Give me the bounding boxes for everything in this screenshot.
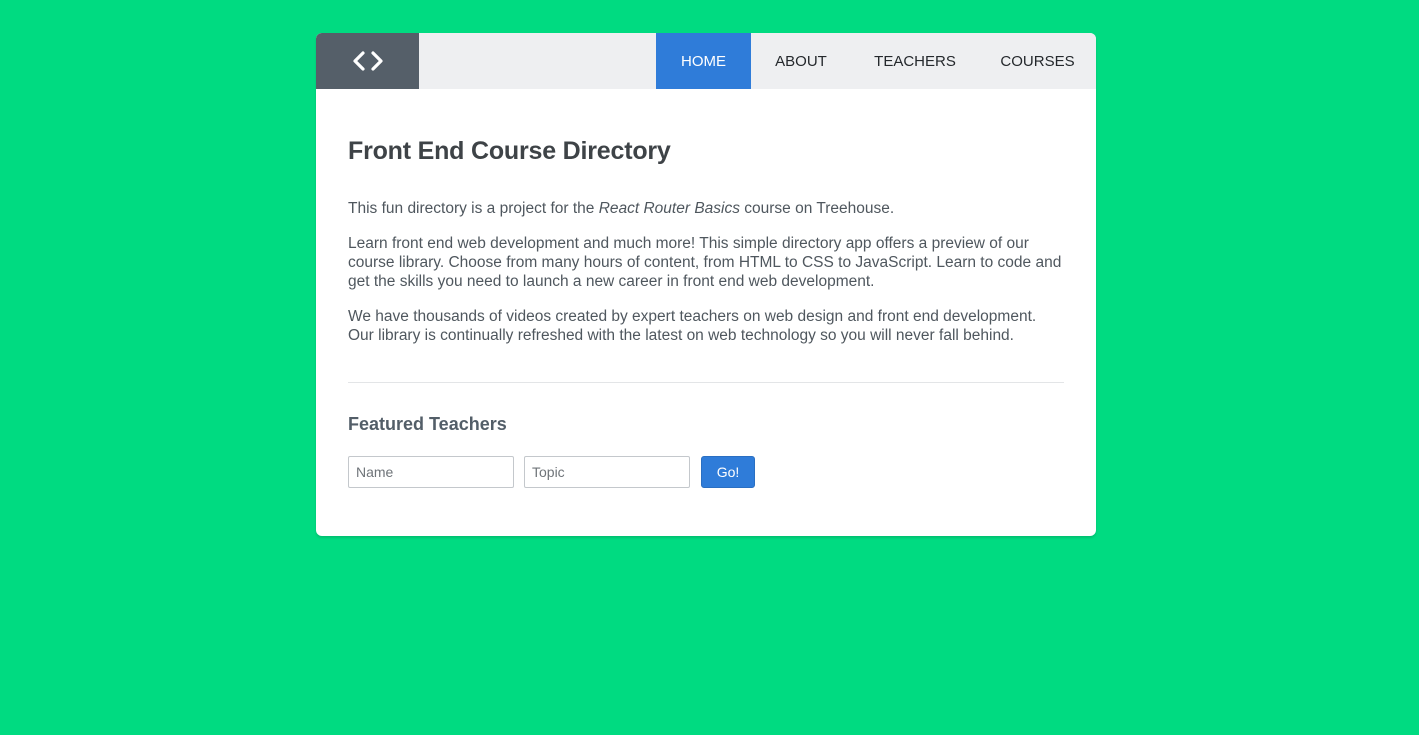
code-brackets-icon — [352, 51, 383, 71]
intro-text-after: course on Treehouse. — [739, 200, 895, 217]
intro-paragraph: This fun directory is a project for the … — [348, 199, 1064, 218]
nav-item-about[interactable]: About — [751, 33, 851, 89]
main-nav: Home About Teachers Courses — [656, 33, 1096, 89]
page-title: Front End Course Directory — [348, 137, 671, 165]
nav-item-teachers[interactable]: Teachers — [851, 33, 979, 89]
go-button[interactable]: Go! — [701, 456, 755, 488]
featured-teachers-heading: Featured Teachers — [348, 414, 507, 434]
nav-item-courses[interactable]: Courses — [979, 33, 1096, 89]
course-name: React Router Basics — [598, 200, 740, 217]
library-paragraph: We have thousands of videos created by e… — [348, 308, 1037, 344]
section-divider — [348, 382, 1064, 383]
intro-text-before: This fun directory is a project for the — [348, 200, 599, 217]
description-paragraph: Learn front end web development and much… — [348, 235, 1062, 290]
main-card: Home About Teachers Courses Front End Co… — [316, 33, 1096, 536]
nav-item-home[interactable]: Home — [656, 33, 751, 89]
name-input[interactable] — [348, 456, 514, 488]
header-bar: Home About Teachers Courses — [316, 33, 1096, 89]
logo[interactable] — [316, 33, 419, 89]
topic-input[interactable] — [524, 456, 690, 488]
